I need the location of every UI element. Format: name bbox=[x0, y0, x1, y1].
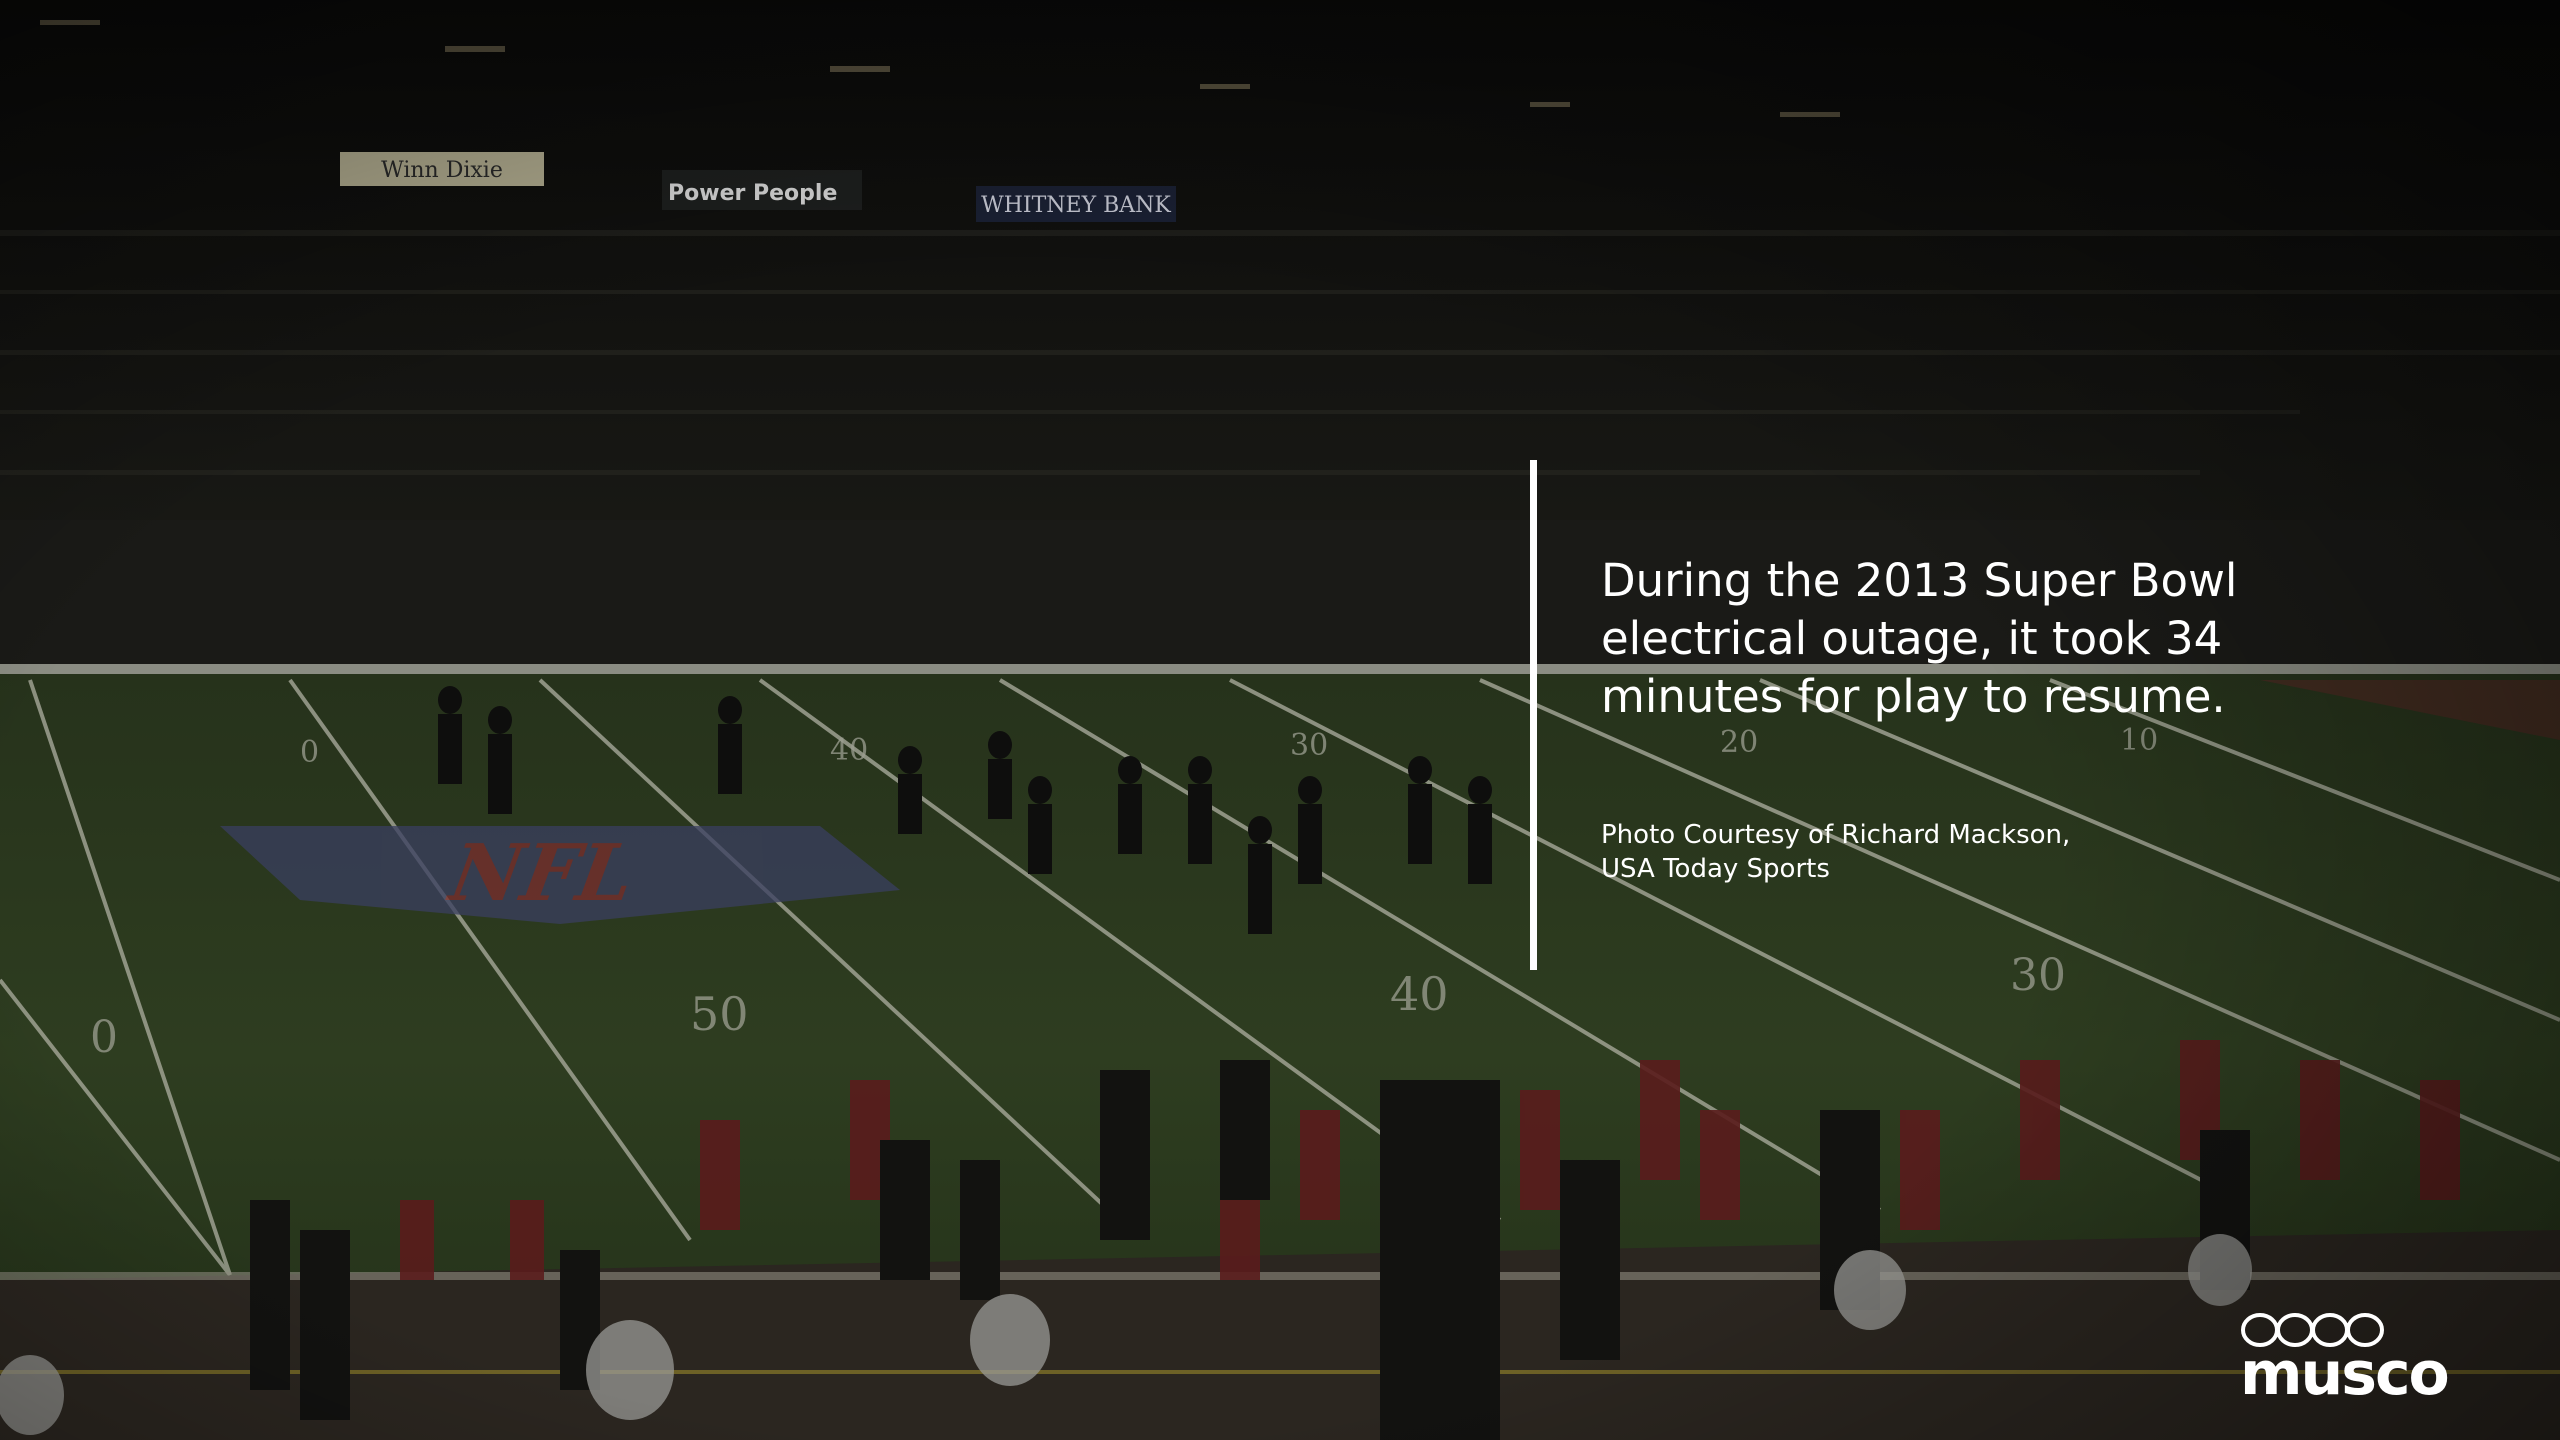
photo-credit-line-2: USA Today Sports bbox=[1601, 854, 1830, 884]
photo-credit: Photo Courtesy of Richard Mackson, USA T… bbox=[1601, 818, 2301, 886]
musco-logo: musco bbox=[2240, 1310, 2482, 1410]
vertical-divider bbox=[1530, 460, 1537, 970]
photo-credit-line-1: Photo Courtesy of Richard Mackson, bbox=[1601, 820, 2071, 850]
slide-headline: During the 2013 Super Bowl electrical ou… bbox=[1601, 554, 2238, 723]
musco-wordmark: musco bbox=[2240, 1339, 2450, 1409]
